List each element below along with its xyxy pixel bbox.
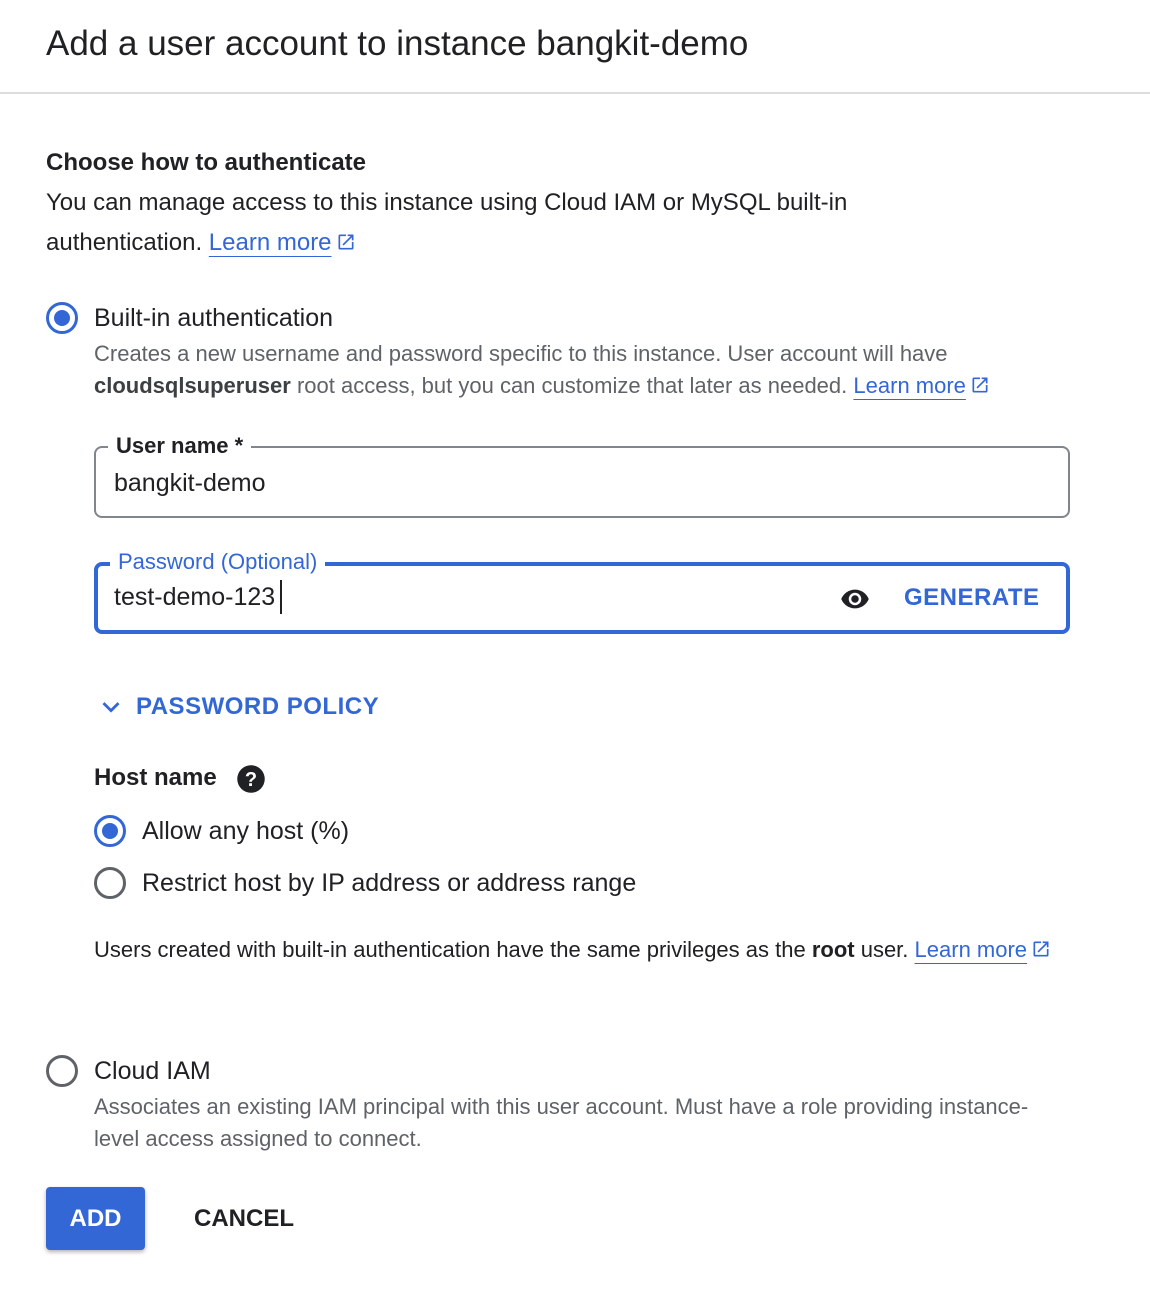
host-name-title: Host name — [94, 764, 217, 791]
builtin-desc-part2: root access, but you can customize that … — [290, 373, 848, 398]
username-input[interactable] — [114, 466, 814, 500]
password-policy-label: PASSWORD POLICY — [136, 693, 380, 720]
allow-any-host-radio[interactable] — [94, 815, 126, 847]
builtin-learn-more-label: Learn more — [853, 373, 966, 398]
builtin-desc-role: cloudsqlsuperuser — [94, 373, 291, 398]
svg-text:?: ? — [245, 769, 257, 791]
password-field[interactable]: Password (Optional) GENERATE — [94, 547, 1070, 634]
dialog-title: Add a user account to instance bangkit-d… — [46, 24, 749, 63]
add-button[interactable]: ADD — [46, 1187, 145, 1250]
username-field[interactable]: User name * — [94, 431, 1070, 518]
dialog-header: Add a user account to instance bangkit-d… — [0, 0, 1150, 94]
learn-more-link[interactable]: Learn more — [209, 229, 332, 256]
text-caret — [280, 580, 282, 614]
external-link-icon — [1033, 941, 1049, 957]
cloud-iam-label: Cloud IAM — [94, 1057, 211, 1085]
privileges-note: Users created with built-in authenticati… — [94, 934, 1074, 966]
password-label: Password (Optional) — [110, 547, 326, 577]
restrict-host-radio[interactable] — [94, 867, 126, 899]
builtin-learn-more-link[interactable]: Learn more — [853, 373, 966, 398]
builtin-auth-description: Creates a new username and password spec… — [94, 338, 1084, 402]
generate-password-button[interactable]: GENERATE — [904, 578, 1040, 618]
builtin-desc-part1: Creates a new username and password spec… — [94, 341, 948, 366]
chevron-down-icon — [102, 702, 120, 713]
username-label: User name * — [108, 431, 252, 461]
password-input[interactable] — [114, 580, 814, 614]
note-part1: Users created with built-in authenticati… — [94, 937, 812, 962]
builtin-auth-label: Built-in authentication — [94, 304, 334, 332]
learn-more-label: Learn more — [208, 229, 332, 256]
restrict-host-label: Restrict host by IP address or address r… — [142, 869, 637, 897]
visibility-icon[interactable] — [838, 584, 872, 614]
cloud-iam-radio[interactable] — [46, 1055, 78, 1087]
builtin-auth-radio[interactable] — [46, 302, 78, 334]
note-learn-more-label: Learn more — [914, 937, 1028, 962]
auth-description-text: You can manage access to this instance u… — [46, 189, 848, 256]
cancel-button[interactable]: CANCEL — [180, 1187, 308, 1250]
password-policy-toggle[interactable]: PASSWORD POLICY — [94, 690, 379, 724]
auth-section-description: You can manage access to this instance u… — [46, 183, 946, 263]
note-root: root — [811, 937, 855, 962]
note-learn-more-link[interactable]: Learn more — [915, 937, 1028, 962]
allow-any-host-label: Allow any host (%) — [142, 817, 350, 845]
external-link-icon — [972, 377, 988, 393]
auth-section-title: Choose how to authenticate — [46, 149, 367, 176]
external-link-icon — [338, 234, 354, 250]
cloud-iam-description: Associates an existing IAM principal wit… — [94, 1094, 1029, 1151]
help-icon[interactable]: ? — [236, 764, 266, 794]
note-part2: user. — [854, 937, 909, 962]
